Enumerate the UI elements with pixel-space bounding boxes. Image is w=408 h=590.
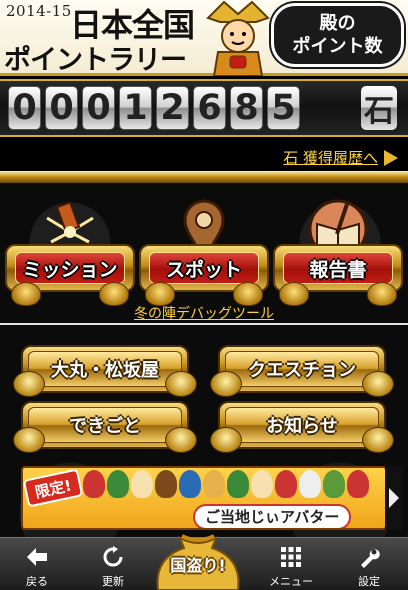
- spot-button[interactable]: スポット: [139, 198, 269, 316]
- menu-label: メニュー: [269, 575, 313, 588]
- mission-button[interactable]: ミッション: [5, 198, 135, 316]
- avatar-character-icon: [227, 470, 249, 498]
- settings-button[interactable]: 設定: [334, 538, 404, 590]
- arrow-right-icon[interactable]: [384, 150, 398, 166]
- avatar-character-icon: [107, 470, 129, 498]
- spot-label: スポット: [149, 252, 259, 284]
- crest-icon: [165, 427, 197, 453]
- crest-icon: [210, 427, 242, 453]
- points-digit: 0: [45, 86, 78, 130]
- crest-icon: [362, 371, 394, 397]
- refresh-icon: [103, 546, 123, 567]
- season-label: 2014-15: [6, 2, 72, 20]
- header-banner: 2014-15 日本全国 ポイントラリー 殿の ポイント数: [0, 0, 408, 76]
- limited-badge: 限定!: [23, 468, 84, 508]
- crest-icon: [165, 371, 197, 397]
- banner-next-button[interactable]: [385, 466, 403, 530]
- avatar-character-icon: [323, 470, 345, 498]
- avatar-character-icon: [251, 470, 273, 498]
- crest-icon: [13, 427, 45, 453]
- debug-tool-link[interactable]: 冬の陣デバッグツール: [0, 303, 408, 323]
- avatar-character-icon: [155, 470, 177, 498]
- daimaru-label: 大丸・松坂屋: [28, 351, 182, 387]
- menu-button[interactable]: メニュー: [256, 538, 326, 590]
- avatar-character-icon: [347, 470, 369, 498]
- settings-label: 設定: [358, 575, 380, 588]
- history-link[interactable]: 石 獲得履歴へ: [283, 147, 378, 168]
- crest-icon: [13, 371, 45, 397]
- avatar-characters: [83, 470, 369, 498]
- points-digit: 0: [82, 86, 115, 130]
- refresh-label: 更新: [102, 575, 124, 588]
- points-digit: 2: [156, 86, 189, 130]
- question-label: クエスチョン: [225, 351, 379, 387]
- daimaru-matsuzakaya-button[interactable]: 大丸・松坂屋: [13, 345, 197, 397]
- bubble-line1: 殿の: [319, 13, 356, 34]
- banner-title: ご当地じぃアバター: [193, 504, 352, 528]
- gold-divider: [0, 171, 408, 183]
- samurai-mascot-icon: [206, 0, 270, 76]
- title-line2: ポイントラリー: [4, 45, 187, 76]
- report-button[interactable]: 報告書: [273, 198, 403, 316]
- back-arrow-icon: [27, 548, 47, 566]
- notice-label: お知らせ: [225, 407, 379, 443]
- chevron-right-icon: [389, 488, 399, 508]
- report-label: 報告書: [283, 252, 393, 284]
- history-row: 石 獲得履歴へ: [0, 141, 408, 171]
- dekigoto-button[interactable]: できごと: [13, 401, 197, 453]
- points-digit: 8: [230, 86, 263, 130]
- question-button[interactable]: クエスチョン: [210, 345, 394, 397]
- points-digit: 6: [193, 86, 226, 130]
- avatar-banner[interactable]: 限定! ご当地じぃアバター: [21, 466, 387, 530]
- kunitori-button[interactable]: 国盗り!: [150, 528, 246, 590]
- bubble-line2: ポイント数: [292, 36, 383, 57]
- points-unit: 石: [361, 86, 397, 130]
- avatar-character-icon: [131, 470, 153, 498]
- section-divider: [0, 323, 408, 325]
- dekigoto-label: できごと: [28, 407, 182, 443]
- crest-icon: [362, 427, 394, 453]
- points-digit: 0: [8, 86, 41, 130]
- avatar-character-icon: [203, 470, 225, 498]
- grid-menu-icon: [281, 547, 301, 567]
- avatar-character-icon: [179, 470, 201, 498]
- avatar-character-icon: [275, 470, 297, 498]
- wrench-icon: [361, 549, 380, 568]
- back-label: 戻る: [26, 575, 48, 588]
- kunitori-label: 国盗り!: [170, 556, 226, 575]
- back-button[interactable]: 戻る: [2, 538, 72, 590]
- points-counter: 0 0 0 1 2 6 8 5 石: [0, 79, 408, 137]
- points-digits: 0 0 0 1 2 6 8 5: [8, 86, 300, 130]
- mission-label: ミッション: [15, 252, 125, 284]
- crest-icon: [210, 371, 242, 397]
- avatar-character-icon: [83, 470, 105, 498]
- points-digit: 5: [267, 86, 300, 130]
- notice-button[interactable]: お知らせ: [210, 401, 394, 453]
- points-speech-bubble: 殿の ポイント数: [271, 3, 404, 67]
- avatar-character-icon: [299, 470, 321, 498]
- refresh-button[interactable]: 更新: [78, 538, 148, 590]
- points-digit: 1: [119, 86, 152, 130]
